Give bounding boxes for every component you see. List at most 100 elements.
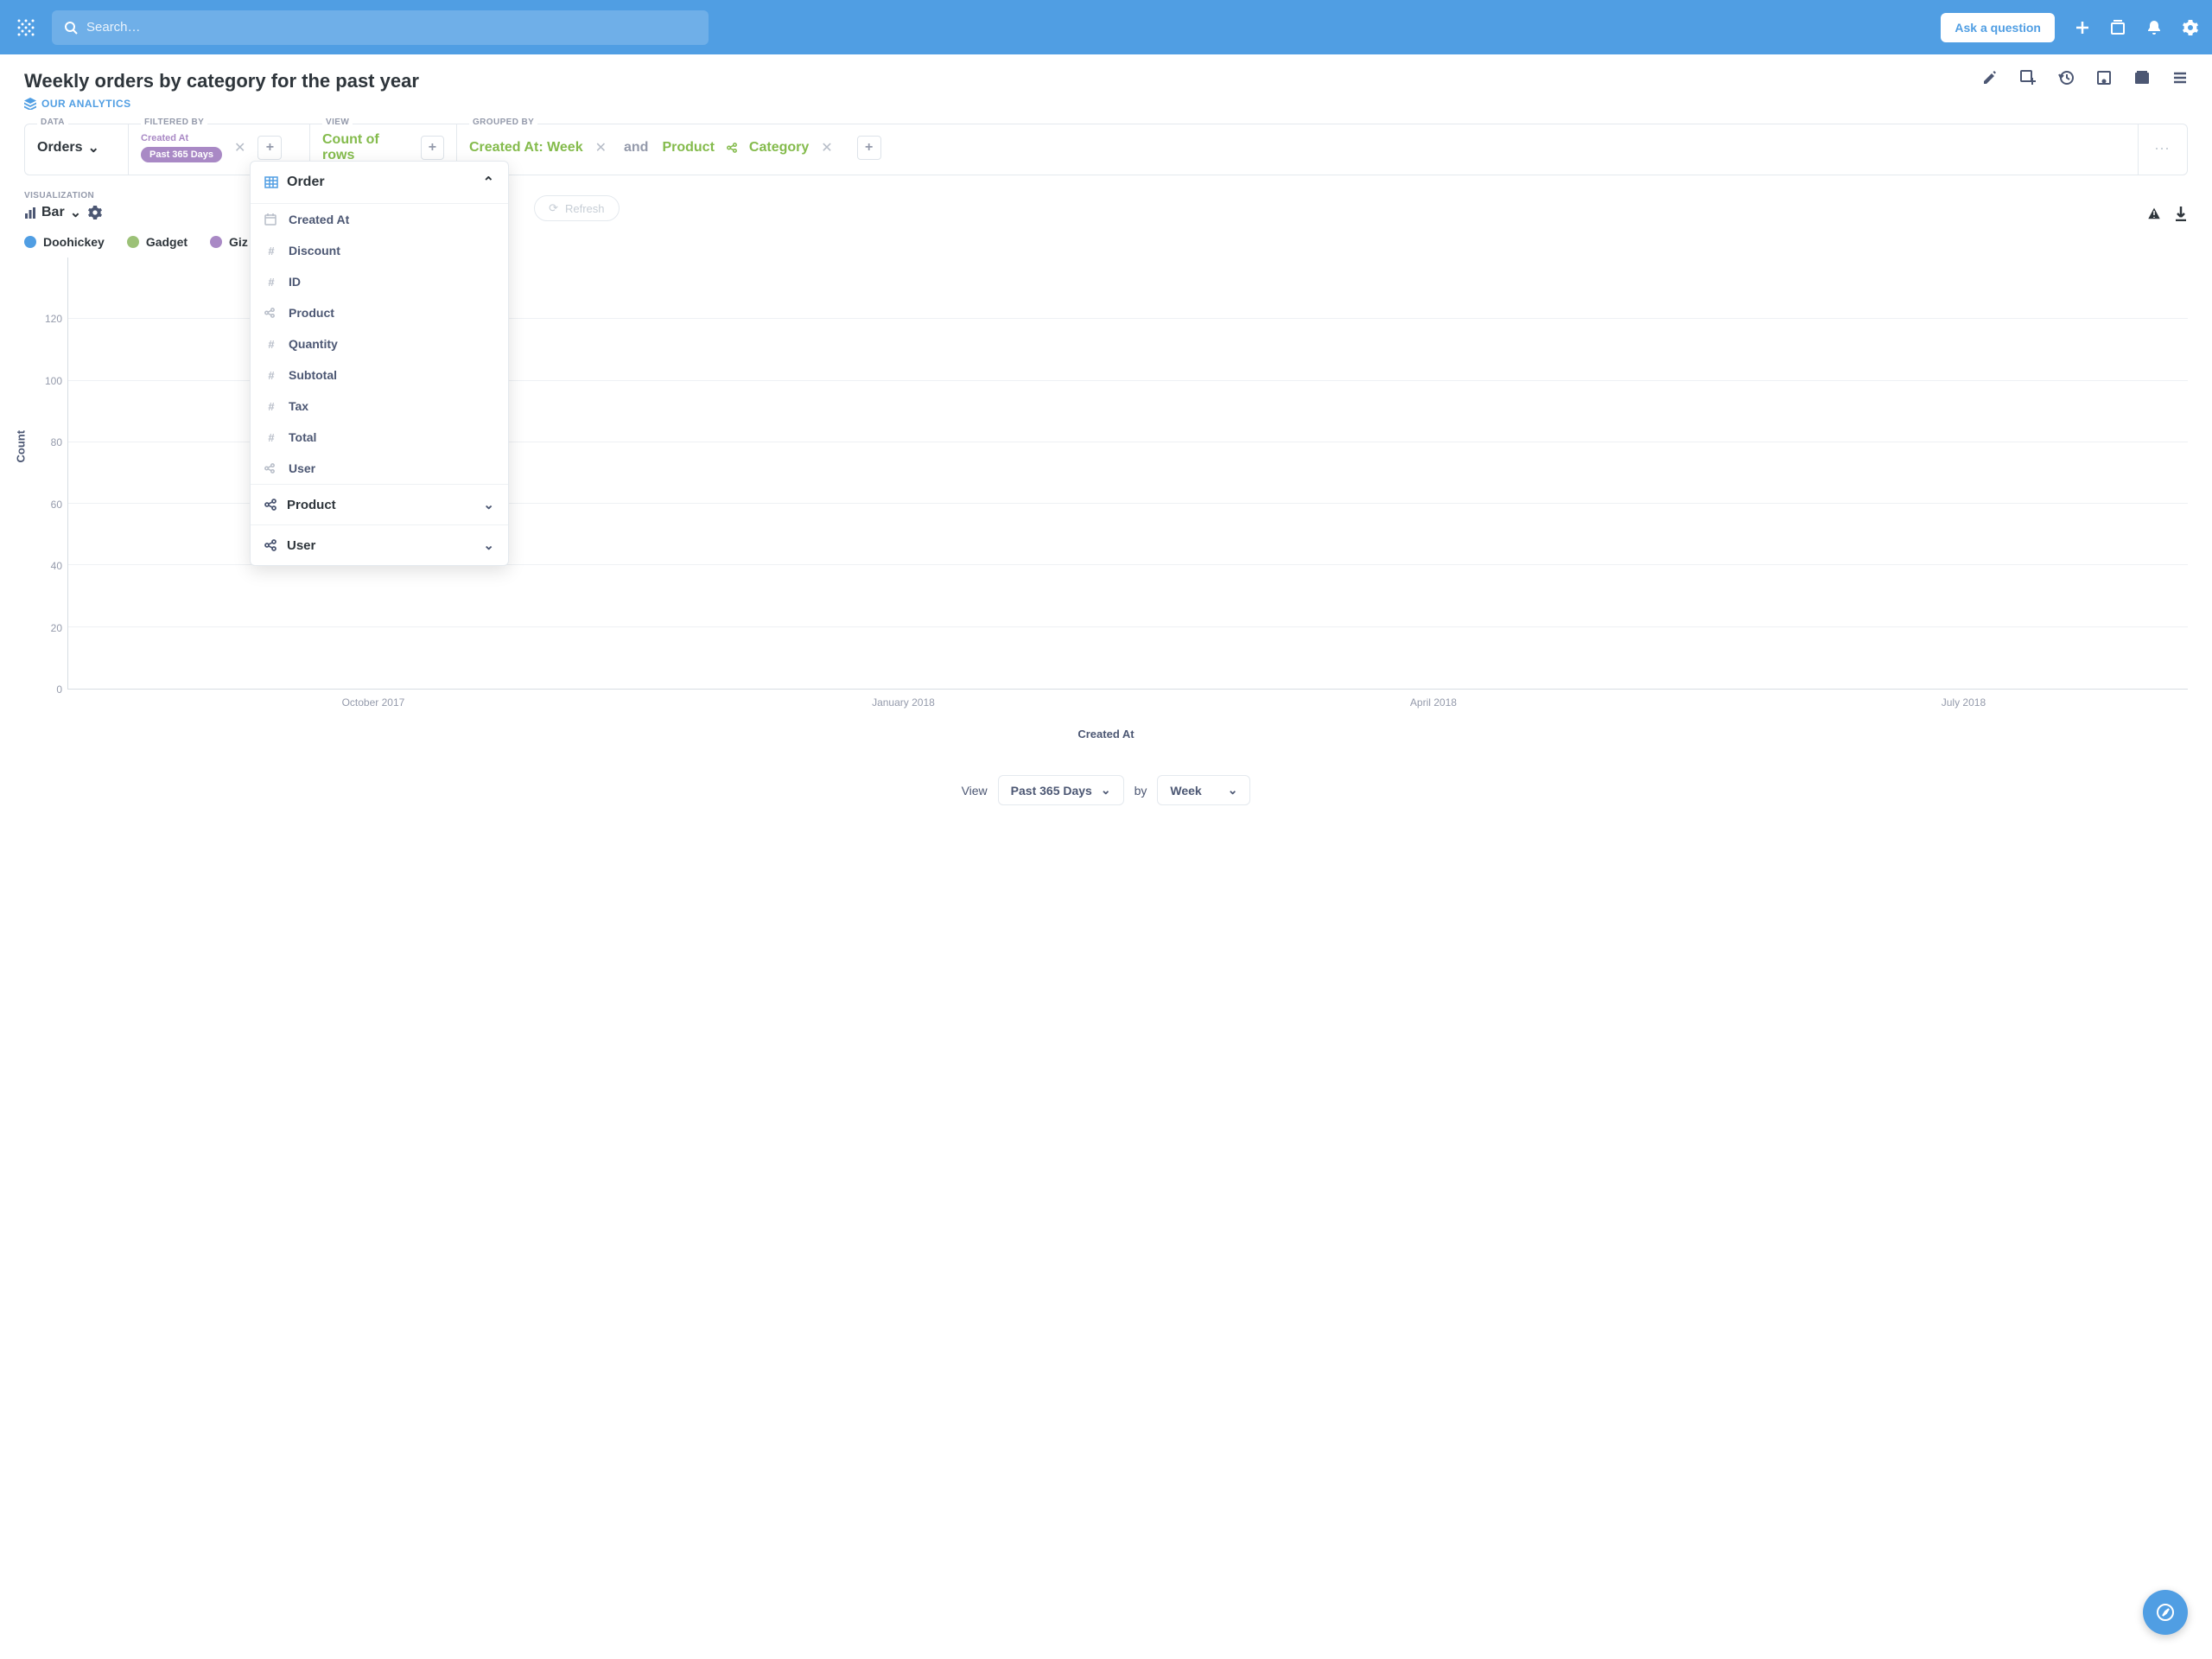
viz-selector[interactable]: Bar ⌄ xyxy=(24,204,81,221)
footer-view-label: View xyxy=(962,784,988,798)
add-aggregation-button[interactable]: + xyxy=(421,136,444,160)
data-label: DATA xyxy=(37,118,68,127)
view-label: VIEW xyxy=(322,118,353,127)
y-axis: Count 020406080100120 xyxy=(24,257,67,690)
view-value[interactable]: Count of rows xyxy=(322,132,412,163)
dropdown-item-label: Tax xyxy=(289,399,308,413)
footer-range-selector[interactable]: Past 365 Days ⌄ xyxy=(998,775,1124,805)
y-tick: 0 xyxy=(56,683,62,696)
pencil-icon[interactable] xyxy=(1982,70,1998,86)
dropdown-header-text: Order xyxy=(287,175,325,190)
warning-icon[interactable] xyxy=(2146,206,2162,221)
refresh-button[interactable]: ⟳ Refresh xyxy=(534,195,619,221)
dropdown-item[interactable]: Created At xyxy=(251,204,508,235)
collection-link[interactable]: OUR ANALYTICS xyxy=(24,98,419,110)
dropdown-item[interactable]: #ID xyxy=(251,266,508,297)
chart-alerts xyxy=(2146,206,2188,221)
dropdown-item[interactable]: # Tax xyxy=(251,391,508,422)
chevron-down-icon: ⌄ xyxy=(483,537,494,553)
add-icon[interactable] xyxy=(2075,21,2089,35)
field-dropdown: Order ⌃ Created At#Discount#IDProduct#Qu… xyxy=(250,161,509,566)
data-cell: DATA Orders ⌄ xyxy=(25,124,129,175)
search-box[interactable] xyxy=(52,10,709,45)
chevron-up-icon: ⌃ xyxy=(483,174,494,191)
grouped-label: GROUPED BY xyxy=(469,118,537,127)
query-more-icon[interactable]: ⋯ xyxy=(2139,124,2187,175)
legend-item[interactable]: Giz xyxy=(210,235,248,249)
dropdown-item[interactable]: Product xyxy=(251,297,508,328)
chevron-down-icon: ⌄ xyxy=(483,497,494,512)
remove-group1-icon[interactable]: ✕ xyxy=(592,139,610,156)
collection-icon[interactable] xyxy=(2110,20,2126,35)
dropdown-header[interactable]: Order ⌃ xyxy=(251,162,508,204)
dropdown-item[interactable]: # Total xyxy=(251,422,508,453)
dropdown-item-label: Discount xyxy=(289,244,340,257)
filter-label: FILTERED BY xyxy=(141,118,207,127)
add-to-dashboard-icon[interactable] xyxy=(2020,70,2036,86)
page-title: Weekly orders by category for the past y… xyxy=(24,70,419,92)
y-axis-title: Count xyxy=(15,430,28,463)
group2-product[interactable]: Product xyxy=(662,140,714,156)
viz-block: VISUALIZATION Bar ⌄ xyxy=(24,191,102,221)
dropdown-item[interactable]: #Subtotal xyxy=(251,359,508,391)
gear-icon[interactable] xyxy=(2183,20,2198,35)
y-tick: 20 xyxy=(51,622,62,634)
group1[interactable]: Created At: Week xyxy=(469,140,583,156)
x-tick: October 2017 xyxy=(342,696,405,709)
viz-settings-icon[interactable] xyxy=(88,206,102,219)
footer-by-label: by xyxy=(1135,784,1147,798)
dropdown-item[interactable]: #Quantity xyxy=(251,328,508,359)
bell-icon[interactable] xyxy=(2146,20,2162,35)
y-tick: 60 xyxy=(51,499,62,511)
search-icon xyxy=(64,21,78,35)
grouped-cell: GROUPED BY Created At: Week ✕ and Produc… xyxy=(457,124,2139,175)
share-icon xyxy=(264,539,276,551)
field-type-icon: # xyxy=(264,400,278,413)
field-type-icon: # xyxy=(264,369,278,382)
dropdown-item[interactable]: #Discount xyxy=(251,235,508,266)
download-icon[interactable] xyxy=(2174,206,2188,221)
search-input[interactable] xyxy=(86,20,696,35)
x-tick: April 2018 xyxy=(1410,696,1457,709)
field-type-icon: # xyxy=(264,431,278,444)
dropdown-group-user[interactable]: User ⌄ xyxy=(251,525,508,565)
remove-filter-icon[interactable]: ✕ xyxy=(231,139,249,156)
query-builder-row: DATA Orders ⌄ FILTERED BY Created At Pas… xyxy=(24,124,2188,175)
app-logo[interactable] xyxy=(14,16,38,40)
collection-name: OUR ANALYTICS xyxy=(41,98,131,110)
dropdown-item-label: ID xyxy=(289,275,301,289)
legend-item[interactable]: Gadget xyxy=(127,235,188,249)
ask-question-button[interactable]: Ask a question xyxy=(1941,13,2055,42)
dropdown-item-label: Quantity xyxy=(289,337,338,351)
dropdown-item-label: Created At xyxy=(289,213,349,226)
join-icon xyxy=(727,143,737,153)
move-icon[interactable] xyxy=(2096,70,2112,86)
add-filter-button[interactable]: + xyxy=(257,136,282,160)
y-tick: 100 xyxy=(45,375,62,387)
archive-icon[interactable] xyxy=(2134,70,2150,86)
footer-controls: View Past 365 Days ⌄ by Week ⌄ xyxy=(24,775,2188,840)
add-breakout-button[interactable]: + xyxy=(857,136,881,160)
field-type-icon xyxy=(264,463,278,474)
filter-value: Past 365 Days xyxy=(141,147,222,162)
chevron-down-icon: ⌄ xyxy=(1101,783,1111,798)
more-icon[interactable] xyxy=(2172,70,2188,86)
dropdown-group-product[interactable]: Product ⌄ xyxy=(251,485,508,524)
dropdown-item-label: Product xyxy=(289,306,334,320)
compass-fab[interactable] xyxy=(2143,1590,2188,1635)
footer-granularity-selector[interactable]: Week ⌄ xyxy=(1157,775,1250,805)
chevron-down-icon: ⌄ xyxy=(70,204,81,221)
legend-item[interactable]: Doohickey xyxy=(24,235,105,249)
remove-group2-icon[interactable]: ✕ xyxy=(817,139,836,156)
y-tick: 120 xyxy=(45,313,62,325)
refresh-icon: ⟳ xyxy=(549,201,558,215)
filter-chip[interactable]: Created At Past 365 Days xyxy=(141,133,222,162)
data-selector[interactable]: Orders ⌄ xyxy=(37,139,99,156)
history-icon[interactable] xyxy=(2058,70,2074,86)
group2-category[interactable]: Category xyxy=(749,140,809,156)
dropdown-item[interactable]: User xyxy=(251,453,508,484)
dropdown-item-label: Total xyxy=(289,430,316,444)
filter-field: Created At xyxy=(141,133,222,143)
x-axis-title: Created At xyxy=(24,728,2188,741)
y-tick: 80 xyxy=(51,436,62,448)
